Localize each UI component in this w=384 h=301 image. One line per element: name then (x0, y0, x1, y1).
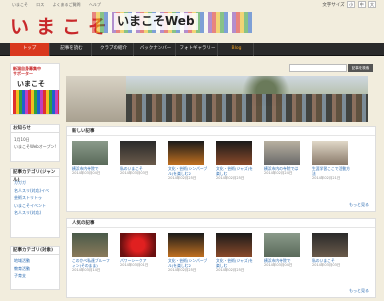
article-date: 2014年02月24日 (264, 171, 293, 175)
category2-box: 記事カテゴリ(対象) 地域活動 教育活動 子育支 (10, 246, 60, 290)
nav-item-blog[interactable]: Blog (220, 43, 254, 56)
article-thumbnail[interactable] (264, 233, 300, 257)
promo-banner[interactable]: 新潟自身募集中 サポーター いまこそWeb (10, 63, 60, 115)
article-card[interactable]: パワーシークア 2014年03月01日 (120, 233, 160, 268)
category-link[interactable]: ガガガ (11, 179, 59, 187)
article-thumbnail[interactable] (120, 141, 156, 165)
top-link-help[interactable]: ヘルプ (89, 2, 101, 7)
top-link-faq[interactable]: よくあるご質問 (53, 2, 81, 7)
article-title[interactable]: 文化・芸術(シンパーブル)を楽しむ2 (168, 166, 208, 176)
notice-date: 1月10日 (14, 137, 30, 142)
article-card[interactable]: 文化・芸術(ジャズ)を楽しむ 2014年02月25日 (216, 233, 256, 273)
category2-link[interactable]: 地域活動 (11, 257, 59, 265)
article-thumbnail[interactable] (72, 141, 108, 165)
hero-building (66, 76, 126, 122)
top-link-ross[interactable]: ロス (36, 2, 44, 7)
article-thumbnail[interactable] (312, 233, 348, 257)
article-card[interactable]: 文化・芸術(ジャズ)を楽しむ 2014年02月25日 (216, 141, 256, 181)
article-thumbnail[interactable] (216, 233, 252, 257)
category2-title: 記事カテゴリ(対象) (11, 247, 59, 255)
promo-image (13, 90, 59, 114)
article-date: 2014年02月25日 (168, 268, 197, 272)
category2-link[interactable]: 教育活動 (11, 265, 59, 273)
article-date: 2014年03月14日 (72, 268, 101, 272)
search-button[interactable]: 記事を検索 (348, 64, 373, 72)
font-size-control: 文字サイズ 小 中 大 (322, 1, 376, 8)
main-nav: トップ 記事を読む クラブの紹介 バックナンバー フォトギャラリー Blog (0, 43, 384, 56)
banner-text: いまこそWeb (114, 13, 198, 30)
category-link[interactable]: 名人スリ(対応)イベ (11, 187, 59, 195)
font-size-label: 文字サイズ (322, 3, 345, 8)
article-card[interactable]: 文化・芸術(シンパーブル)を楽しむ2 2014年02月25日 (168, 233, 208, 273)
article-title[interactable]: 生涯学習ここで活動方法 (312, 166, 352, 176)
article-thumbnail[interactable] (264, 141, 300, 165)
article-thumbnail[interactable] (72, 233, 108, 257)
new-articles-title: 新しい記事 (67, 127, 375, 136)
hero-image (66, 76, 368, 122)
article-thumbnail[interactable] (120, 233, 156, 257)
hero-crowd (126, 94, 368, 122)
nav-item-gallery[interactable]: フォトギャラリー (178, 43, 218, 56)
category2-link[interactable]: 子育支 (11, 272, 59, 280)
nav-item-articles[interactable]: 記事を読む (52, 43, 92, 56)
article-title[interactable]: 文化・芸術(シンパーブル)を楽しむ2 (168, 258, 208, 268)
notice-title: お知らせ (11, 125, 59, 133)
category-link[interactable]: 芸術ストリトゥ (11, 194, 59, 202)
article-date: 2014年02月25日 (168, 176, 197, 180)
article-card[interactable]: 横浜市内寺院で 2014年03月04日 (264, 233, 304, 268)
new-articles-more-link[interactable]: もっと見る (349, 202, 369, 208)
top-bar: いまこそ ロス よくあるご質問 ヘルプ 文字サイズ 小 中 大 (0, 0, 384, 12)
article-card[interactable]: このかべ私達ブルーフィン(そのまま) 2014年03月14日 (72, 233, 112, 273)
font-size-medium-button[interactable]: 中 (357, 1, 366, 8)
top-links: いまこそ ロス よくあるご質問 ヘルプ (12, 2, 108, 8)
notice-text[interactable]: いまこそWebオープン! (11, 143, 59, 150)
article-title[interactable]: 文化・芸術(ジャズ)を楽しむ (216, 258, 256, 268)
article-date: 2014年03月03日 (120, 171, 149, 175)
article-thumbnail[interactable] (168, 233, 204, 257)
article-card[interactable]: 私のいまこそ 2014年03月03日 (120, 141, 160, 176)
article-date: 2014年02月25日 (216, 268, 245, 272)
article-card[interactable]: 横浜市内寺院で 2014年03月04日 (72, 141, 112, 176)
article-date: 2014年03月03日 (312, 263, 341, 267)
nav-item-clubs[interactable]: クラブの紹介 (94, 43, 134, 56)
top-link-home[interactable]: いまこそ (12, 2, 28, 7)
article-date: 2014年03月04日 (264, 263, 293, 267)
notice-box: お知らせ 1月10日 いまこそWebオープン! (10, 124, 60, 162)
article-thumbnail[interactable] (216, 141, 252, 165)
popular-articles-section: 人気の記事 このかべ私達ブルーフィン(そのまま) 2014年03月14日 パワー… (66, 218, 376, 298)
category-link[interactable]: いまこそイベント (11, 202, 59, 210)
article-date: 2014年02月25日 (216, 176, 245, 180)
article-card[interactable]: 生涯学習ここで活動方法 2014年02月21日 (312, 141, 352, 181)
nav-item-backnumber[interactable]: バックナンバー (136, 43, 176, 56)
article-date: 2014年02月21日 (312, 176, 341, 180)
popular-articles-more-link[interactable]: もっと見る (349, 288, 369, 294)
article-title[interactable]: 文化・芸術(ジャズ)を楽しむ (216, 166, 256, 176)
nav-item-top[interactable]: トップ (10, 43, 50, 56)
promo-line2: サポーター (13, 71, 33, 76)
font-size-large-button[interactable]: 大 (368, 1, 376, 8)
search-input[interactable] (289, 64, 347, 72)
popular-articles-title: 人気の記事 (67, 219, 375, 228)
category-title: 記事カテゴリ(ジャンル) (11, 169, 59, 183)
font-size-small-button[interactable]: 小 (347, 1, 356, 8)
article-title[interactable]: このかべ私達ブルーフィン(そのまま) (72, 258, 112, 268)
article-card[interactable]: 横浜市内の寺院では 2014年02月24日 (264, 141, 304, 176)
article-card[interactable]: 私のいまこそ 2014年03月03日 (312, 233, 352, 268)
article-thumbnail[interactable] (312, 141, 348, 165)
new-articles-section: 新しい記事 横浜市内寺院で 2014年03月04日 私のいまこそ 2014年03… (66, 126, 376, 212)
article-date: 2014年03月01日 (120, 263, 149, 267)
category-link[interactable]: 名人スリ(対応) (11, 209, 59, 217)
category-box: 記事カテゴリ(ジャンル) ガガガ 名人スリ(対応)イベ 芸術ストリトゥ いまこそ… (10, 168, 60, 238)
article-card[interactable]: 文化・芸術(シンパーブル)を楽しむ2 2014年02月25日 (168, 141, 208, 181)
header-banner: いまこそWeb (92, 12, 252, 33)
article-thumbnail[interactable] (168, 141, 204, 165)
article-date: 2014年03月04日 (72, 171, 101, 175)
